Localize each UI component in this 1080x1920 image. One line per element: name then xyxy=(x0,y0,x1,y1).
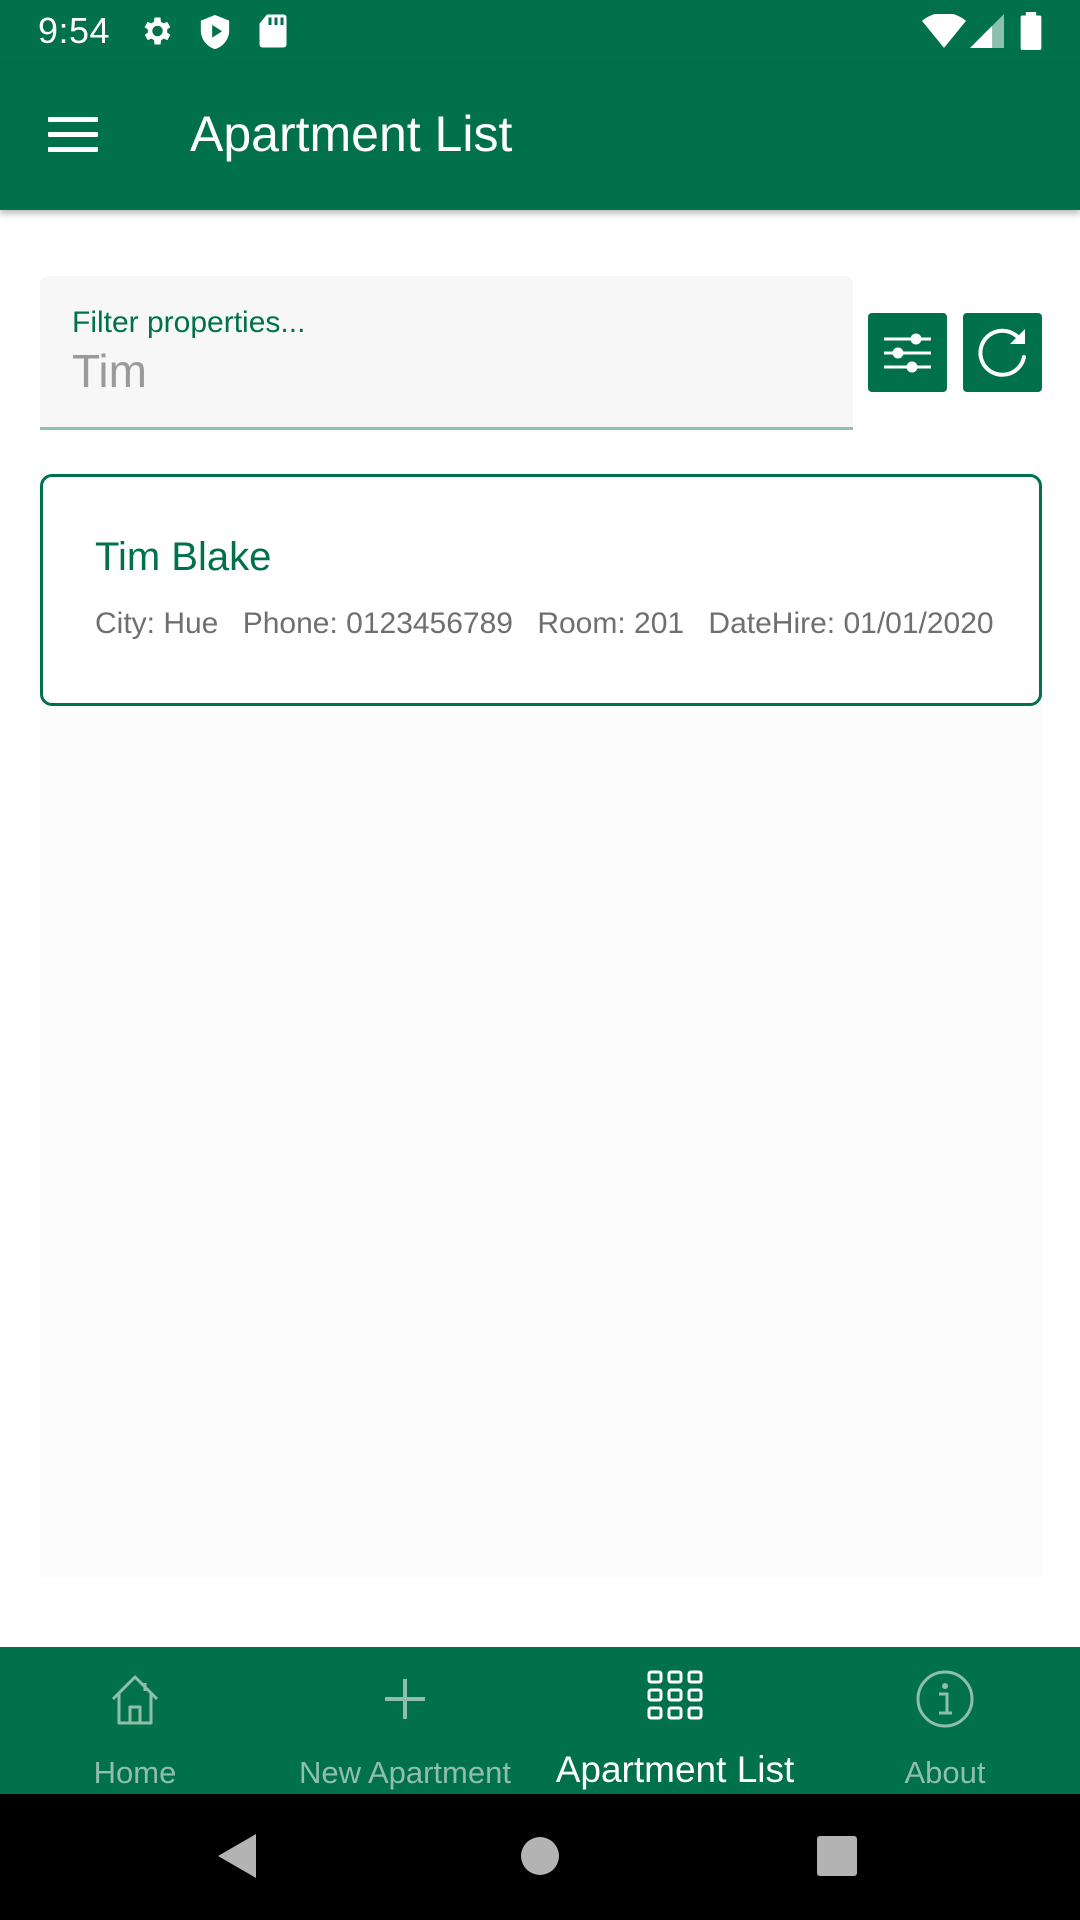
nav-label-about: About xyxy=(904,1755,986,1790)
filter-input[interactable]: Filter properties... Tim xyxy=(40,276,853,430)
home-icon xyxy=(111,1675,159,1725)
system-navigation-bar xyxy=(0,1794,1080,1920)
refresh-icon xyxy=(978,328,1026,377)
nav-label-new-apartment: New Apartment xyxy=(299,1755,511,1790)
back-icon[interactable] xyxy=(216,1832,258,1880)
apartment-card[interactable]: Tim Blake City: Hue Phone: 0123456789 Ro… xyxy=(40,474,1042,706)
signal-icon xyxy=(970,14,1004,48)
status-time: 9:54 xyxy=(38,10,111,51)
app-bar: Apartment List xyxy=(0,63,1080,210)
shield-icon xyxy=(200,15,230,49)
apartment-name: Tim Blake xyxy=(95,535,272,579)
nav-item-about[interactable]: About xyxy=(810,1647,1080,1794)
apartment-room: Room: 201 xyxy=(537,607,685,640)
bottom-navigation: Home New Apartment Apartment List About xyxy=(0,1647,1080,1794)
info-icon xyxy=(916,1670,974,1728)
page-title: Apartment List xyxy=(190,106,513,162)
grid-icon xyxy=(647,1670,703,1720)
plus-icon xyxy=(385,1679,425,1719)
sliders-icon xyxy=(884,333,931,373)
nav-label-apartment-list: Apartment List xyxy=(555,1749,795,1790)
apartment-date-hire: DateHire: 01/01/2020 xyxy=(708,607,994,640)
nav-label-home: Home xyxy=(93,1755,177,1790)
status-bar: 9:54 xyxy=(0,0,1080,63)
filter-options-button[interactable] xyxy=(868,313,947,392)
battery-icon xyxy=(1020,12,1042,50)
wifi-icon xyxy=(922,14,966,48)
home-circle-icon[interactable] xyxy=(520,1836,560,1876)
settings-gear-icon xyxy=(144,17,171,45)
refresh-button[interactable] xyxy=(963,313,1042,392)
hamburger-menu-icon[interactable] xyxy=(48,117,98,153)
nav-item-apartment-list[interactable]: Apartment List xyxy=(540,1647,810,1794)
apartment-phone: Phone: 0123456789 xyxy=(242,607,513,640)
nav-item-new-apartment[interactable]: New Apartment xyxy=(270,1647,540,1794)
sd-card-icon xyxy=(259,14,287,48)
screen: 9:54 Apartment List Filter properties...… xyxy=(0,0,1080,1920)
apartment-details: City: Hue Phone: 0123456789 Room: 201 Da… xyxy=(95,607,1010,641)
filter-value: Tim xyxy=(72,345,147,397)
filter-label: Filter properties... xyxy=(72,306,306,339)
apartment-city: City: Hue xyxy=(95,607,219,640)
nav-item-home[interactable]: Home xyxy=(0,1647,270,1794)
recents-square-icon[interactable] xyxy=(817,1836,857,1876)
